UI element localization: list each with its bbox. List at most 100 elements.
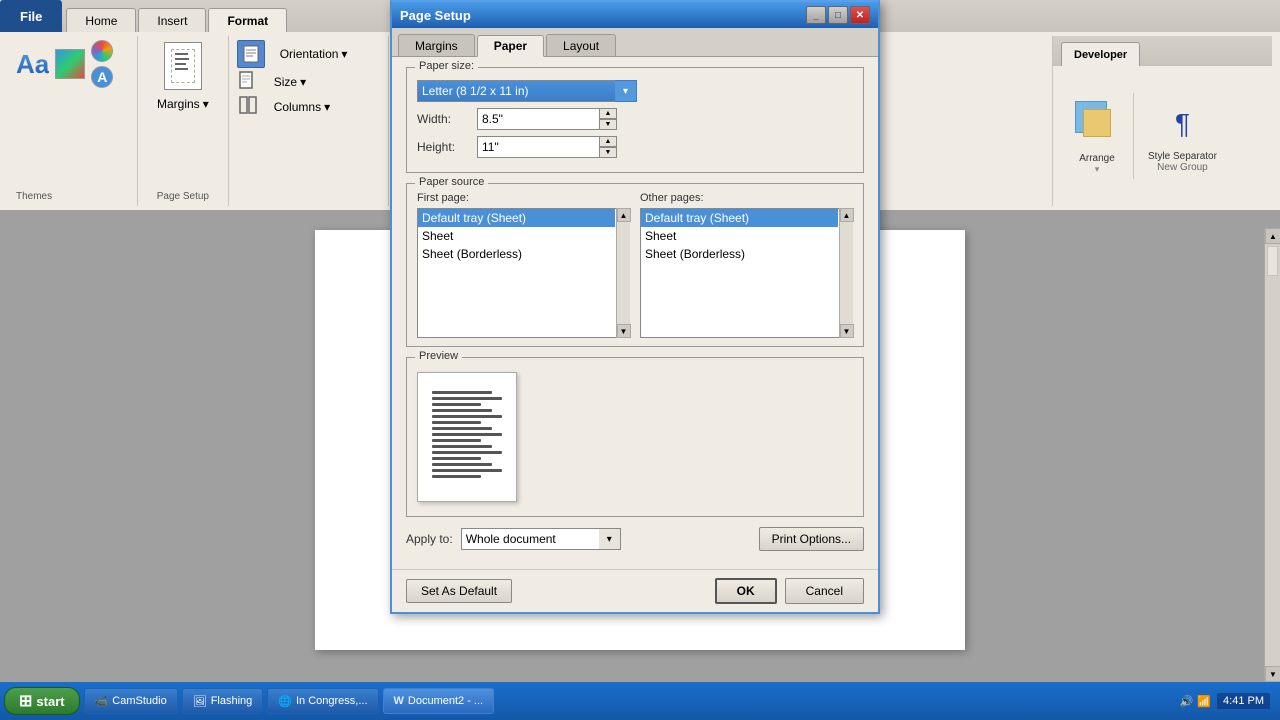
width-input[interactable] — [477, 108, 617, 130]
preview-line — [432, 421, 481, 424]
developer-tab[interactable]: Developer — [1061, 42, 1140, 66]
orientation-label: Orientation — [280, 47, 339, 61]
taskbar-item-browser[interactable]: 🌐 In Congress,... — [267, 688, 378, 714]
taskbar: ⊞ start 📹 CamStudio 🖼 Flashing 🌐 In Cong… — [0, 682, 1280, 720]
list-item[interactable]: Default tray (Sheet) — [418, 209, 615, 227]
page-setup-dialog: Page Setup _ □ ✕ Margins Paper Layout Pa… — [390, 0, 880, 614]
other-pages-scroll-up[interactable]: ▲ — [840, 208, 854, 222]
style-separator-icon[interactable]: ¶ — [1160, 99, 1204, 149]
dialog-close-button[interactable]: ✕ — [850, 6, 870, 24]
margins-icon[interactable] — [164, 42, 202, 90]
paper-size-dropdown-container: Letter (8 1/2 x 11 in) ▾ — [417, 80, 637, 102]
volume-icon: 📶 — [1197, 695, 1211, 708]
apply-to-dropdown-container: Whole documentThis sectionThis point for… — [461, 528, 621, 550]
preview-line — [432, 427, 492, 430]
start-label: start — [36, 694, 64, 709]
tab-paper-label: Paper — [494, 39, 527, 53]
height-spin-down[interactable]: ▼ — [599, 147, 617, 158]
apply-to-select[interactable]: Whole documentThis sectionThis point for… — [461, 528, 621, 550]
taskbar-item-flashing[interactable]: 🖼 Flashing — [182, 688, 264, 714]
size-button[interactable]: Size ▾ — [267, 72, 313, 92]
scroll-down-button[interactable]: ▼ — [1265, 666, 1280, 682]
color-square-icon — [55, 49, 85, 79]
size-icon — [237, 71, 259, 93]
sys-tray: 🔊 📶 — [1180, 695, 1211, 708]
apply-to-row: Apply to: Whole documentThis sectionThis… — [406, 527, 864, 551]
new-group-label: New Group — [1157, 162, 1208, 173]
dialog-footer-right: OK Cancel — [715, 578, 864, 604]
home-tab-label: Home — [85, 14, 117, 28]
dialog-restore-button[interactable]: □ — [828, 6, 848, 24]
other-pages-col: Other pages: Default tray (Sheet) Sheet … — [640, 192, 853, 338]
browser-label: In Congress,... — [296, 695, 368, 707]
insert-tab[interactable]: Insert — [138, 8, 206, 32]
developer-area: Developer Arrange ▾ ¶ — [1052, 36, 1272, 206]
first-page-list[interactable]: Default tray (Sheet) Sheet Sheet (Border… — [417, 208, 630, 338]
paper-size-label: Paper size: — [415, 60, 478, 72]
home-tab[interactable]: Home — [66, 8, 136, 32]
paper-size-dropdown-arrow[interactable]: ▾ — [615, 80, 637, 102]
tab-layout[interactable]: Layout — [546, 34, 616, 56]
tab-margins[interactable]: Margins — [398, 34, 475, 56]
columns-button[interactable]: Columns ▾ — [267, 97, 337, 117]
set-as-default-button[interactable]: Set As Default — [406, 579, 512, 603]
paper-source-section: Paper source First page: Default tray (S… — [406, 183, 864, 347]
other-pages-list[interactable]: Default tray (Sheet) Sheet Sheet (Border… — [640, 208, 853, 338]
height-spin-up[interactable]: ▲ — [599, 136, 617, 147]
taskbar-item-camstudio[interactable]: 📹 CamStudio — [84, 688, 178, 714]
other-pages-scrollbar[interactable]: ▲ ▼ — [839, 208, 853, 338]
word-label: Document2 - ... — [408, 695, 483, 707]
other-pages-label: Other pages: — [640, 192, 853, 204]
arrange-icon[interactable] — [1075, 101, 1119, 145]
paper-source-label: Paper source — [415, 176, 488, 188]
preview-line — [432, 457, 481, 460]
width-spin-up[interactable]: ▲ — [599, 108, 617, 119]
tab-paper[interactable]: Paper — [477, 35, 544, 57]
height-input[interactable] — [477, 136, 617, 158]
arrange-label: Arrange — [1079, 153, 1115, 164]
dialog-tab-bar: Margins Paper Layout — [392, 28, 878, 57]
cancel-button[interactable]: Cancel — [785, 578, 864, 604]
list-item[interactable]: Sheet (Borderless) — [418, 245, 615, 263]
start-button[interactable]: ⊞ start — [4, 687, 80, 715]
orientation-arrow: ▾ — [341, 47, 347, 61]
vertical-scrollbar[interactable]: ▲ ▼ — [1264, 228, 1280, 682]
preview-line — [432, 451, 502, 454]
width-spinner-buttons: ▲ ▼ — [599, 108, 617, 130]
size-arrow: ▾ — [300, 75, 306, 89]
first-page-scroll-down[interactable]: ▼ — [617, 324, 631, 338]
page-setup-group: Orientation ▾ Size ▾ Columns — [229, 36, 389, 206]
paper-size-select[interactable]: Letter (8 1/2 x 11 in) — [417, 80, 637, 102]
print-options-button[interactable]: Print Options... — [759, 527, 864, 551]
list-item[interactable]: Sheet (Borderless) — [641, 245, 838, 263]
orientation-button[interactable]: Orientation ▾ — [273, 44, 355, 64]
first-page-list-wrap: Default tray (Sheet) Sheet Sheet (Border… — [417, 208, 630, 338]
dialog-body: Paper size: Letter (8 1/2 x 11 in) ▾ Wid… — [392, 57, 878, 569]
preview-label: Preview — [415, 350, 462, 362]
dialog-minimize-button[interactable]: _ — [806, 6, 826, 24]
list-item[interactable]: Sheet — [641, 227, 838, 245]
width-spin-down[interactable]: ▼ — [599, 119, 617, 130]
first-page-scrollbar[interactable]: ▲ ▼ — [616, 208, 630, 338]
margins-button[interactable]: Margins ▾ — [150, 94, 216, 114]
style-separator-label: Style Separator — [1148, 151, 1217, 162]
preview-line — [432, 475, 481, 478]
scroll-up-button[interactable]: ▲ — [1265, 228, 1280, 244]
file-tab[interactable]: File — [0, 0, 62, 32]
preview-page — [417, 372, 517, 502]
preview-line — [432, 397, 502, 400]
browser-icon: 🌐 — [278, 695, 292, 708]
dialog-footer: Set As Default OK Cancel — [392, 569, 878, 612]
themes-group: Aa A Themes — [8, 36, 138, 206]
columns-label: Columns — [274, 100, 321, 114]
list-item[interactable]: Default tray (Sheet) — [641, 209, 838, 227]
scroll-thumb[interactable] — [1267, 246, 1278, 276]
ok-button[interactable]: OK — [715, 578, 777, 604]
taskbar-item-word[interactable]: W Document2 - ... — [383, 688, 495, 714]
style-separator-group: ¶ Style Separator New Group — [1138, 95, 1227, 177]
other-pages-scroll-down[interactable]: ▼ — [840, 324, 854, 338]
first-page-scroll-up[interactable]: ▲ — [617, 208, 631, 222]
format-tab[interactable]: Format — [208, 8, 287, 32]
apply-to-arrow[interactable]: ▾ — [599, 528, 621, 550]
list-item[interactable]: Sheet — [418, 227, 615, 245]
